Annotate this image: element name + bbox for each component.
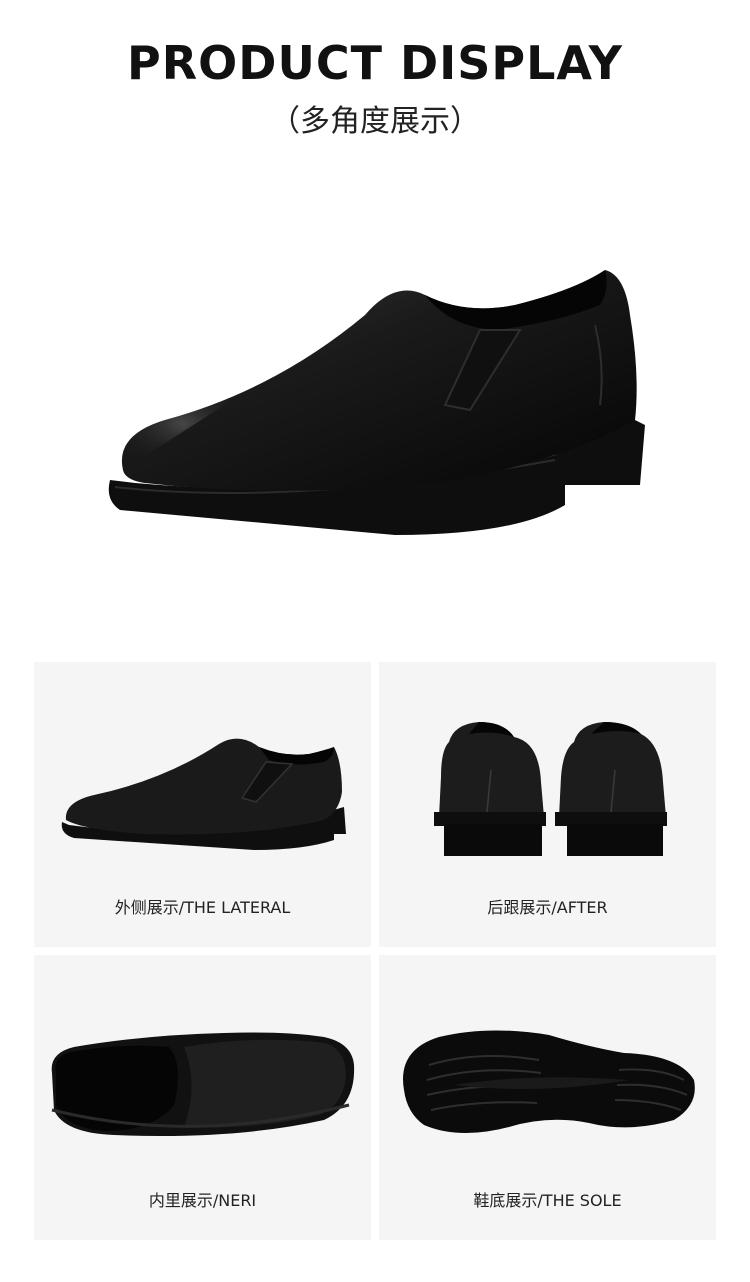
view-caption-heel: 后跟展示/AFTER [487,898,608,917]
view-card-lateral: 外侧展示/THE LATERAL [34,662,371,947]
view-caption-sole: 鞋底展示/THE SOLE [473,1191,622,1210]
page-subtitle: （多角度展示） [270,104,480,139]
view-card-heel: 后跟展示/AFTER [379,662,716,947]
view-card-sole: 鞋底展示/THE SOLE [379,955,716,1240]
shoe-heel-icon [434,722,667,856]
hero-shoe-image [108,270,645,535]
view-caption-lateral: 外侧展示/THE LATERAL [114,898,291,917]
view-caption-inner: 内里展示/NERI [148,1191,257,1210]
shoe-inner-icon [51,1032,355,1136]
page-title: PRODUCT DISPLAY [127,36,623,90]
shoe-sole-icon [403,1030,695,1134]
view-card-inner: 内里展示/NERI [34,955,371,1240]
shoe-side-icon [61,738,346,850]
